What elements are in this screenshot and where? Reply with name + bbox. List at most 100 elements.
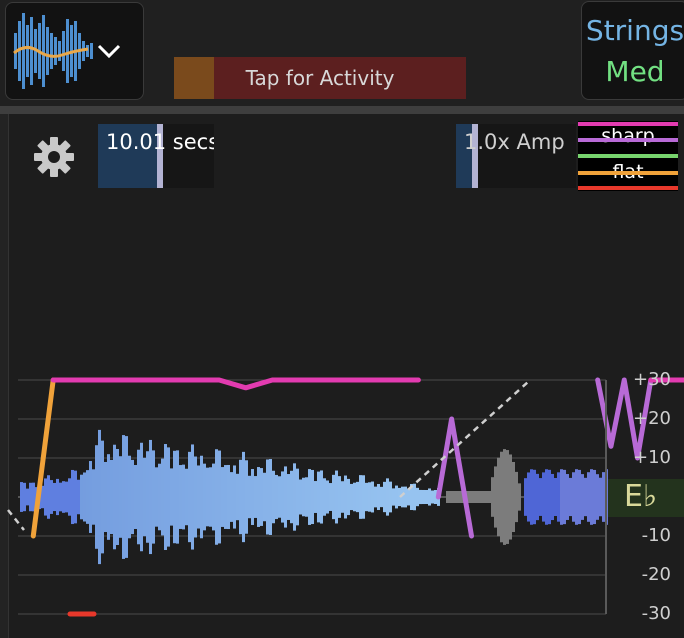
waveform-bar [221,467,224,527]
waveform-bar [146,451,149,543]
waveform-bar [386,478,389,516]
waveform-bar [176,450,179,544]
waveform-bar [554,477,557,517]
waveform-bar [602,472,605,522]
waveform-bar [128,455,131,539]
waveform-bar [404,486,407,508]
waveform-bar [194,456,197,538]
waveform-bar [509,454,512,540]
waveform-bar [155,467,158,527]
waveform-bar [476,491,479,503]
waveform-bar [383,481,386,513]
waveform-bar [491,477,494,517]
waveform-bar [92,469,95,525]
waveform-bar [197,465,200,529]
waveform-bar [311,469,314,525]
waveform-bar [254,476,257,518]
waveform-bar [563,469,566,525]
waveform-bar [500,451,503,543]
waveform-bar [338,476,341,518]
waveform-bar [251,469,254,525]
waveform-bar [20,482,23,512]
waveform-bar [179,465,182,529]
scale-label-plus-20: +20 [633,408,671,429]
waveform-bar [53,482,56,512]
waveform-bar [203,463,206,531]
waveform-bar [149,439,152,555]
waveform-bar [557,472,560,522]
waveform-bar [209,467,212,527]
waveform-bar [530,469,533,525]
waveform-bar [599,477,602,517]
waveform-bar [581,474,584,520]
waveform-bar [170,468,173,526]
waveform-bar [305,477,308,517]
waveform-bar [284,466,287,528]
waveform-bar [182,464,185,530]
waveform-bar [260,468,263,526]
waveform-bar [308,469,311,525]
waveform-bar [62,481,65,513]
waveform-bar [29,482,32,512]
waveform-bar [110,459,113,535]
waveform-bar [188,451,191,543]
pitch-gap-dashed-line-start [7,509,25,531]
waveform-bar [290,470,293,524]
waveform-bar [299,479,302,515]
waveform-bar [164,444,167,550]
waveform-bar [56,478,59,516]
waveform-bar [125,436,128,558]
waveform-bar [413,483,416,511]
waveform-bar [578,469,581,525]
waveform-bar [101,440,104,554]
waveform-bar [242,451,245,543]
waveform-bar [431,490,434,504]
waveform-bar [419,489,422,505]
waveform-bar [575,469,578,525]
waveform-bar [377,483,380,511]
waveform-bar [296,468,299,526]
waveform-bar [23,482,26,512]
waveform-bar [452,491,455,503]
waveform-bar [104,461,107,533]
scale-label-minus-10: -10 [641,525,671,546]
waveform-bar [470,491,473,503]
waveform-bar [314,481,317,513]
waveform-bar [593,469,596,525]
waveform-bar [572,472,575,522]
waveform-bar [335,470,338,524]
waveform-bar [458,491,461,503]
waveform-bar [362,475,365,519]
waveform-bar [359,475,362,519]
waveform-bar [200,455,203,539]
waveform-bar [317,471,320,523]
waveform-bar [98,429,101,565]
waveform-bar [524,478,527,516]
waveform-bar [167,447,170,547]
waveform-bar [518,483,521,511]
waveform-bar [503,449,506,545]
waveform-bar [137,449,140,545]
waveform-bar [323,478,326,516]
waveform-bar [287,474,290,520]
waveform-bar [116,448,119,546]
waveform-bar [596,474,599,520]
waveform-bar [206,467,209,527]
waveform-bar [239,459,242,535]
waveform-bar [152,450,155,544]
waveform-bar [227,464,230,530]
waveform-bar [584,477,587,517]
detected-note: E♭ [624,479,658,514]
waveform-bar [26,488,29,506]
waveform-bar [560,469,563,525]
waveform-bar [566,474,569,520]
waveform-bar [266,459,269,535]
scale-label-minus-20: -20 [641,564,671,585]
waveform-bar [47,475,50,519]
waveform-bar [416,487,419,507]
waveform-bar [569,477,572,517]
waveform-bar [494,466,497,528]
waveform-bar [533,469,536,525]
waveform-bar [479,491,482,503]
scale-label-minus-30: -30 [641,603,671,624]
